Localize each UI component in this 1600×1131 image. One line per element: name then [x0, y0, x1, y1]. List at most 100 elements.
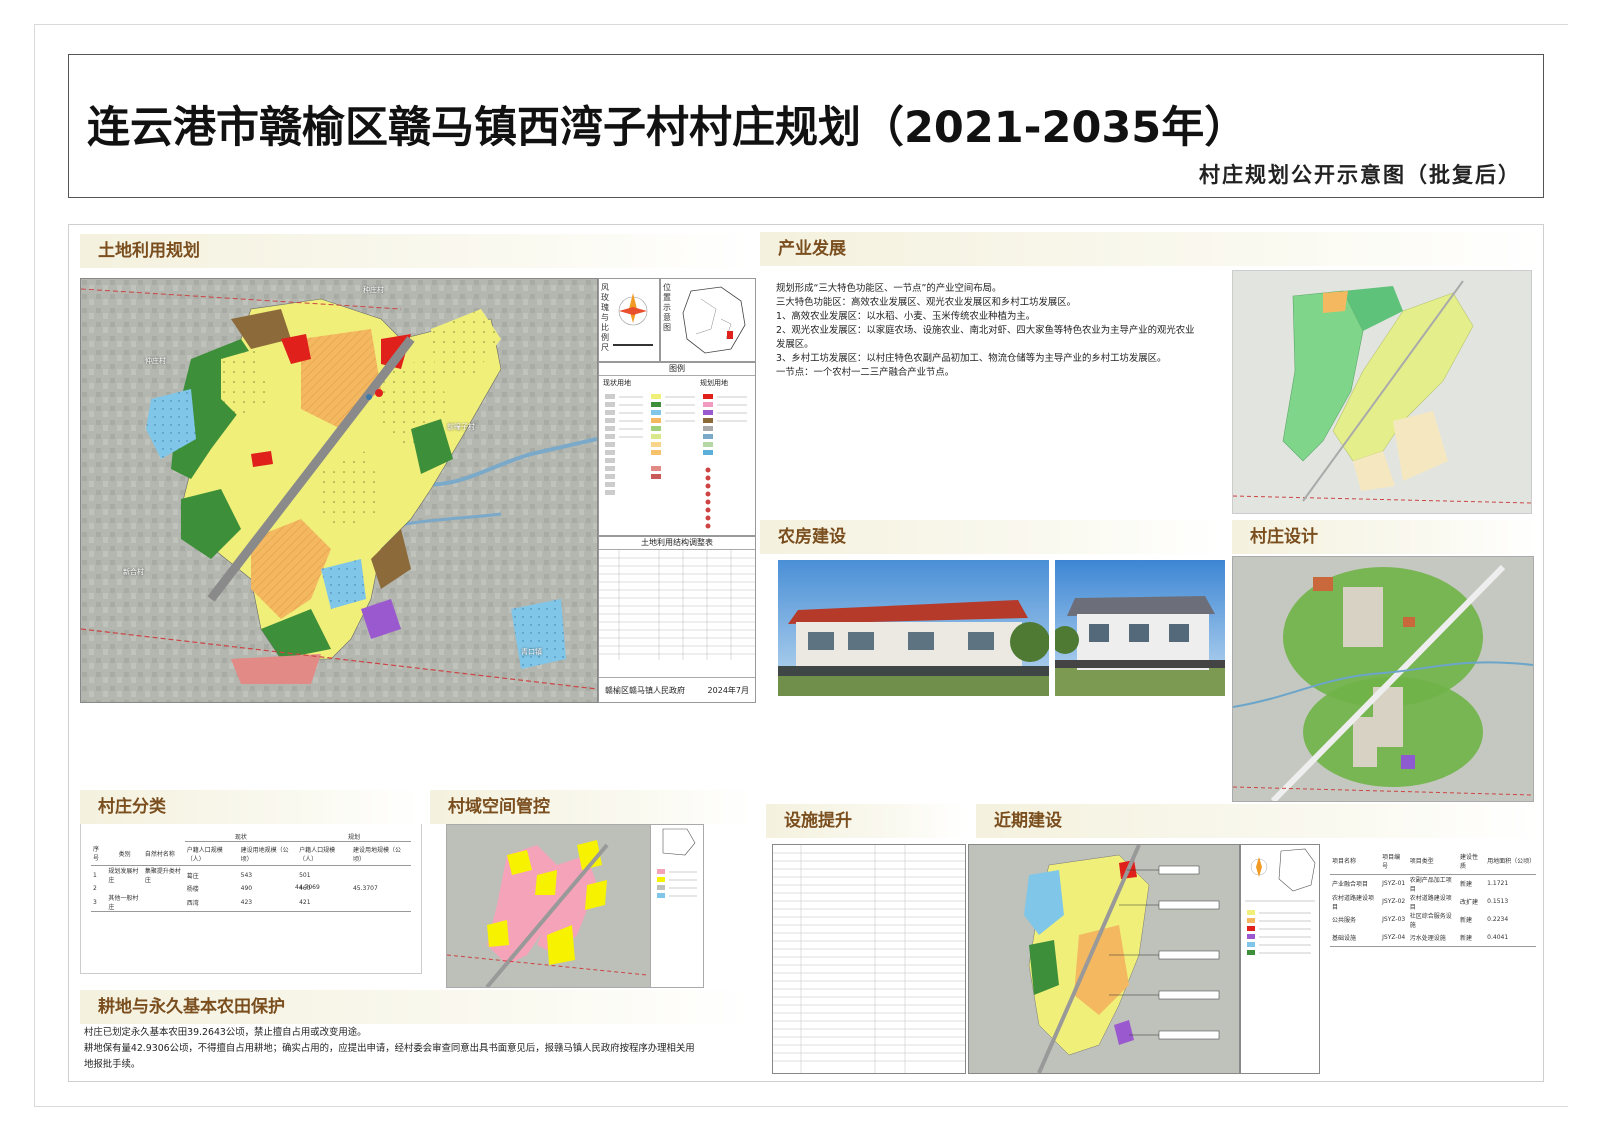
classification-row-1-sub: 集聚提升类村庄: [142, 865, 185, 884]
near-term-row-2-area: 0.1513: [1487, 898, 1509, 905]
industry-map[interactable]: [1232, 270, 1532, 514]
near-term-row-3-name: 公共服务: [1332, 917, 1357, 924]
top-frame-line: [34, 24, 1568, 25]
house-render-2: [1055, 560, 1225, 696]
space-control-map[interactable]: [446, 824, 704, 988]
industry-line-7: 一节点：一个农村一二三产融合产业节点。: [776, 367, 955, 378]
near-term-row-2-name: 农村道路建设项目: [1332, 894, 1375, 911]
wind-rose-panel: 风玫瑰与比例尺: [598, 278, 660, 362]
section-head-farmland: 耕地与永久基本农田保护: [80, 990, 750, 1024]
classification-land-now: 44.7069: [295, 884, 320, 891]
industry-line-6: 3、乡村工坊发展区：以村庄特色农副产品初加工、物流仓储等为主导产业的乡村工坊发展…: [776, 353, 1167, 364]
industry-line-2: 三大特色功能区：高效农业发展区、观光农业发展区和乡村工坊发展区。: [776, 297, 1077, 308]
place-label-3: 前疃子村: [447, 423, 475, 431]
classification-row-2-land-plan: 45.3707: [352, 885, 378, 892]
industry-line-1: 规划形成“三大特色功能区、一节点”的产业空间布局。: [776, 283, 1002, 294]
section-head-housing: 农房建设: [760, 520, 1220, 554]
near-term-row-3-code: JSYZ-03: [1382, 916, 1406, 923]
near-term-legend: [1240, 844, 1320, 1074]
near-term-row-4-type: 污水处理设施: [1407, 928, 1458, 947]
legend-heading-planned: 规划用地: [700, 379, 728, 387]
land-structure-table-panel: 土地利用结构调整表 赣榆区赣马镇人民政府 2024年7月: [598, 536, 756, 703]
space-control-legend-graphic: [657, 828, 697, 898]
place-label-4: 新合村: [123, 568, 144, 576]
land-structure-table-grid: [599, 550, 755, 660]
near-term-legend-graphic: [1245, 848, 1316, 955]
classification-row-2-village: 杨楼: [186, 886, 199, 893]
location-caption: 位置示意图: [663, 283, 671, 332]
near-term-row-4-area: 0.4041: [1485, 928, 1536, 947]
map-footer-date: 2024年7月: [707, 685, 749, 695]
near-term-row-2-code: JSYZ-02: [1382, 898, 1406, 905]
industry-map-graphic: [1233, 271, 1531, 513]
legend-panel: 图例 现状用地 规划用地: [598, 362, 756, 536]
classification-row-1-pop-plan: 501: [297, 865, 351, 884]
land-structure-table-title: 土地利用结构调整表: [599, 537, 755, 550]
near-term-row-1-area: 1.1721: [1485, 873, 1536, 893]
left-frame-line: [34, 24, 35, 1106]
land-use-map-graphic: [81, 279, 597, 702]
classification-header-6: 户籍人口规模（人）: [299, 846, 336, 863]
near-term-header-5: 用地面积（公顷）: [1487, 858, 1536, 866]
farmland-line-3: 地报批手续。: [84, 1059, 141, 1070]
near-term-row-1-type: 农副产品加工项目: [1407, 873, 1458, 893]
section-head-space-control: 村域空间管控: [430, 790, 750, 824]
industry-text: 规划形成“三大特色功能区、一节点”的产业空间布局。 三大特色功能区：高效农业发展…: [776, 282, 1226, 402]
classification-header-7: 建设用地规模（公顷）: [352, 846, 401, 863]
classification-row-1-pop-now: 543: [238, 865, 298, 884]
section-head-near-term: 近期建设: [976, 804, 1538, 838]
near-term-header-3: 项目类型: [1409, 858, 1434, 866]
classification-table: 现状 规划 序号 类别 自然村名称 户籍人口规模（人） 建设用地规模（公顷） 户…: [91, 832, 411, 912]
legend-title: 图例: [599, 363, 755, 376]
classification-header-4: 户籍人口规模（人）: [186, 846, 223, 863]
house-render-1: [778, 560, 1049, 696]
classification-header-3: 自然村名称: [144, 850, 175, 858]
wind-rose-caption: 风玫瑰与比例尺: [601, 283, 609, 352]
location-map-icon: [682, 286, 746, 354]
place-label-5: 青口镇: [521, 648, 542, 656]
classification-row-3-pop-plan: 421: [297, 893, 351, 912]
section-head-land-use: 土地利用规划: [80, 234, 750, 268]
space-control-legend: [650, 825, 703, 987]
section-head-industry: 产业发展: [760, 232, 1538, 266]
near-term-row-3-type: 社区综合服务设施: [1409, 912, 1452, 929]
section-head-classification: 村庄分类: [80, 790, 420, 824]
near-term-row-4-nature: 新建: [1457, 928, 1486, 947]
classification-panel: 现状 规划 序号 类别 自然村名称 户籍人口规模（人） 建设用地规模（公顷） 户…: [80, 824, 422, 974]
farmland-text: 村庄已划定永久基本农田39.2643公顷，禁止擅自占用或改变用途。 耕地保有量4…: [84, 1026, 754, 1076]
village-design-map[interactable]: [1232, 556, 1534, 802]
place-label-1: 种庄村: [363, 286, 384, 294]
classification-row-3-village: 西湾: [184, 893, 239, 912]
classification-row-1-village: 葛庄: [184, 865, 239, 884]
page-title: 连云港市赣榆区赣马镇西湾子村村庄规划（2021-2035年）: [87, 103, 1248, 153]
near-term-row-4-name: 基础设施: [1330, 928, 1381, 947]
house-render-1-graphic: [778, 560, 1049, 696]
near-term-map[interactable]: [968, 844, 1240, 1074]
near-term-row-1-nature: 新建: [1457, 873, 1486, 893]
classification-row-1-no: 1: [91, 865, 107, 884]
industry-line-3: 1、高效农业发展区：以水稻、小麦、玉米传统农业种植为主。: [776, 311, 1036, 322]
section-head-village-design: 村庄设计: [1232, 520, 1538, 554]
classification-group-now: 现状: [184, 832, 298, 842]
near-term-map-graphic: [969, 845, 1239, 1073]
industry-line-5: 发展区。: [776, 339, 814, 350]
near-term-header-2: 项目编号: [1382, 853, 1401, 870]
farmland-line-1: 村庄已划定永久基本农田39.2643公顷，禁止擅自占用或改变用途。: [84, 1027, 367, 1038]
near-term-row-1-code: JSYZ-01: [1380, 873, 1408, 893]
classification-row-2-no: 2: [93, 885, 97, 892]
near-term-row-1-name: 产业融合项目: [1330, 873, 1381, 893]
farmland-line-2: 耕地保有量42.9306公顷，不得擅自占用耕地；确实占用的，应提出申请，经村委会…: [84, 1043, 695, 1054]
page-subtitle: 村庄规划公开示意图（批复后）: [1199, 163, 1521, 187]
village-design-map-graphic: [1233, 557, 1533, 801]
location-panel: 位置示意图: [660, 278, 756, 362]
classification-row-2-pop-now: 490: [240, 885, 253, 892]
industry-line-4: 2、观光农业发展区：以家庭农场、设施农业、南北对虾、四大家鱼等特色农业为主导产业…: [776, 325, 1195, 336]
classification-row-3-type: 其他一般村庄: [106, 893, 143, 912]
land-use-map[interactable]: 种庄村 仲庄村 前疃子村 新合村 青口镇: [80, 278, 598, 703]
near-term-header-4: 建设性质: [1459, 853, 1478, 870]
classification-row-1-type: 规划发展村庄: [106, 865, 143, 884]
near-term-row-4-code: JSYZ-04: [1380, 928, 1408, 947]
place-label-2: 仲庄村: [145, 357, 166, 365]
near-term-row-3-nature: 新建: [1459, 917, 1472, 924]
near-term-project-grid: 项目名称 项目编号 项目类型 建设性质 用地面积（公顷） 产业融合项目 JSYZ…: [1330, 848, 1536, 947]
